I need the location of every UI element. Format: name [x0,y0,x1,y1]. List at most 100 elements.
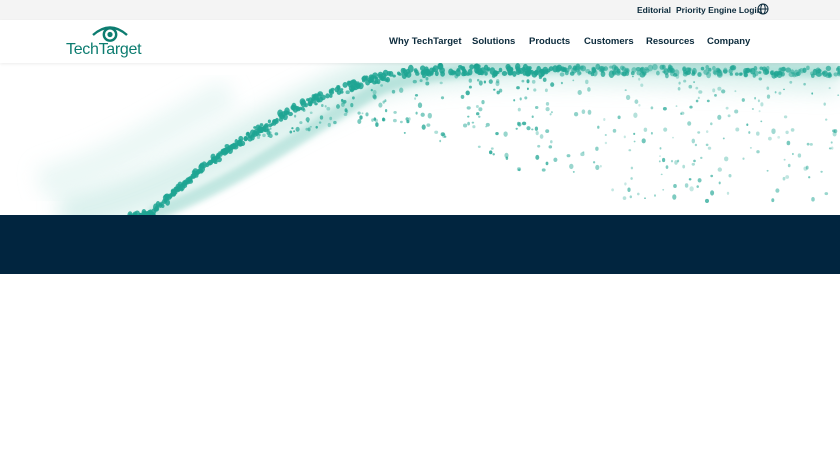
hero-dot [595,146,599,151]
hero-dot [309,125,312,128]
hero-dot [440,71,445,77]
hero-dot [710,174,714,178]
hero-dot [365,79,371,86]
hero-dot [463,123,468,128]
hero-dot [582,151,585,154]
hero-dot [438,63,444,70]
hero-dot [399,87,404,93]
hero-dot [705,143,709,147]
hero-dot [587,87,591,92]
hero-dot [662,106,667,111]
hero-dot [685,67,691,73]
hero-dot-wave-graphic [36,63,840,215]
nav-resources[interactable]: Resources [646,36,695,47]
hero-dot [760,120,763,123]
editorial-link[interactable]: Editorial [637,5,671,15]
hero-dot [534,126,539,131]
globe-icon[interactable] [757,3,769,15]
hero-dot [644,197,646,199]
hero-dot [515,127,518,130]
hero-dot [170,191,175,197]
hero-dot [810,71,814,76]
nav-company[interactable]: Company [707,36,750,47]
hero-dot [696,185,699,188]
hero-dot [256,131,260,135]
hero-dot [771,198,775,203]
hero-dot [515,66,520,71]
hero-dot [759,66,764,70]
nav-products[interactable]: Products [529,36,570,47]
hero-dot [694,143,698,147]
hero-dot [697,178,702,183]
hero-dot [642,71,647,76]
techtarget-logo[interactable]: TechTarget [66,24,142,60]
hero-dot [576,70,582,76]
hero-dot [351,96,355,100]
hero-dot [548,145,553,149]
hero-dot [531,79,536,84]
utility-bar: Editorial Priority Engine Login [0,0,840,20]
hero-dot [425,76,429,81]
hero-dot [587,109,592,115]
nav-solutions[interactable]: Solutions [472,36,515,47]
hero-dot [617,115,621,120]
hero-dot [638,103,641,107]
hero-dot [672,194,677,200]
hero-dot [492,153,495,156]
hero-dot [526,87,529,91]
hero-dot [188,178,193,182]
hero-dot [432,65,439,73]
nav-why-techtarget[interactable]: Why TechTarget [389,36,462,47]
hero-dot [486,67,491,71]
hero-dot [531,115,534,118]
hero-dot [475,104,479,109]
hero-dot [724,156,729,162]
hero-dot [370,88,373,92]
hero-dot [837,94,840,96]
hero-dot [569,163,574,170]
hero-dot [600,70,606,78]
hero-dot [425,81,430,86]
hero-dot [828,73,833,78]
hero-dot [164,193,170,199]
hero-dot [726,191,730,195]
hero-dot [460,66,464,70]
hero-dot [476,112,480,116]
hero-dot [380,72,387,80]
hero-dot [299,121,303,125]
hero-dot [803,82,806,86]
hero-dot [267,119,271,124]
hero-dot [689,186,694,192]
hero-dot [291,127,294,130]
hero-dot [183,180,187,186]
hero-dot [782,176,786,181]
hero-dot [284,107,290,115]
hero-dot [506,66,512,73]
hero-dot [572,171,575,173]
hero-dot [669,67,675,74]
hero-dot [659,147,662,150]
hero-dot [381,117,386,122]
hero-dot [414,93,419,97]
hero-dot [725,106,729,110]
hero-dot [345,90,350,95]
hero-dot [634,99,639,104]
hero-dot [305,127,309,131]
hero-dot [785,175,790,179]
priority-engine-login-link[interactable]: Priority Engine Login [676,5,762,15]
hero-dot [516,167,522,172]
hero-dot [373,117,377,121]
hero-dot [712,88,716,93]
hero-dot [835,67,840,72]
hero-dot [539,134,544,139]
hero-dot [727,114,731,118]
hero-dot [811,92,814,95]
nav-customers[interactable]: Customers [584,36,634,47]
hero-dot [758,71,762,74]
hero-dot [403,132,406,134]
hero-dot [790,128,795,132]
hero-dot [153,203,159,211]
hero-dot [592,161,596,164]
hero-dot [405,117,409,121]
hero-dot [258,127,264,133]
